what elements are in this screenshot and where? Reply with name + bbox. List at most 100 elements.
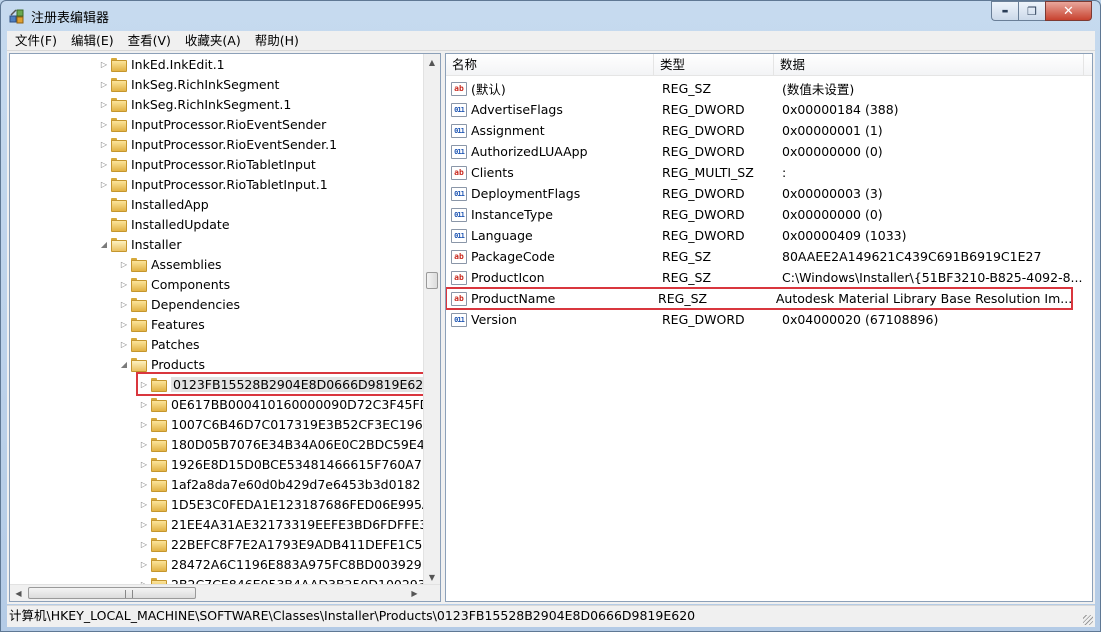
tree-horizontal-scrollbar[interactable]: ◀ ▶ [10,584,440,601]
string-value-icon: ab [451,270,467,285]
scroll-left-button[interactable]: ◀ [10,585,27,601]
expand-icon[interactable]: ▷ [138,540,150,549]
menu-view[interactable]: 查看(V) [120,31,177,51]
folder-icon [111,218,127,232]
menu-help[interactable]: 帮助(H) [247,31,305,51]
tree-node[interactable]: ▷ Features [118,314,205,334]
expand-icon[interactable]: ▷ [138,480,150,489]
expand-icon[interactable]: ▷ [118,280,130,289]
tree-node[interactable]: ▷ Components [118,274,230,294]
expand-icon[interactable]: ▷ [138,500,150,509]
tree-node[interactable]: InstalledApp [98,194,209,214]
tree-node[interactable]: ▷ 1007C6B46D7C017319E3B52CF3EC196E [138,414,423,434]
value-row[interactable]: ab ProductIcon REG_SZ C:\Windows\Installer\… [446,267,1092,288]
expand-icon[interactable]: ▷ [118,300,130,309]
value-row[interactable]: 011 InstanceType REG_DWORD 0x00000000 (0) [446,204,1092,225]
collapse-icon[interactable]: ◢ [98,240,110,249]
key-tree: ▷ InkEd.InkEdit.1 ▷ InkSeg.RichInkSegment ▷ I… [10,54,423,586]
minimize-button[interactable]: ▬ [991,1,1018,21]
value-row[interactable]: 011 Assignment REG_DWORD 0x00000001 (1) [446,120,1092,141]
value-name-cell: ab Clients [446,165,654,180]
tree-node[interactable]: ◢ Products [118,354,205,374]
value-row[interactable]: ab (默认) REG_SZ (数值未设置) [446,78,1092,99]
expand-icon[interactable]: ▷ [138,420,150,429]
expand-icon[interactable]: ▷ [118,320,130,329]
tree-node[interactable]: ▷ 28472A6C1196E883A975FC8BD003929E [138,554,423,574]
tree-node-label: 22BEFC8F7E2A1793E9ADB411DEFE1C58 [171,536,423,552]
tree-node-label: InputProcessor.RioEventSender [131,116,327,132]
expand-icon[interactable]: ▷ [98,120,110,129]
value-row[interactable]: ab Clients REG_MULTI_SZ: [446,162,1092,183]
string-value-icon: ab [451,291,467,306]
value-row[interactable]: 011 DeploymentFlags REG_DWORD 0x00000003 (3… [446,183,1092,204]
scroll-up-icon: ▲ [428,58,436,67]
tree-node-label: InstalledUpdate [131,216,230,232]
tree-node-label: InkEd.InkEdit.1 [131,56,225,72]
expand-icon[interactable]: ▷ [98,80,110,89]
tree-node[interactable]: ▷ InputProcessor.RioEventSender [98,114,326,134]
horizontal-scroll-thumb[interactable] [28,587,196,599]
tree-node[interactable]: ▷ InputProcessor.RioTabletInput [98,154,316,174]
expand-icon[interactable]: ▷ [118,340,130,349]
tree-node[interactable]: ▷ 1D5E3C0FEDA1E123187686FED06E995A [138,494,423,514]
maximize-button[interactable]: ❐ [1018,1,1045,21]
value-row[interactable]: ab ProductName REG_SZ Autodesk Material Lib… [446,287,1073,310]
expand-icon[interactable]: ▷ [138,460,150,469]
scroll-up-button[interactable]: ▲ [424,54,440,71]
tree-node[interactable]: ▷ 0E617BB000410160000090D72C3F45FD [138,394,423,414]
tree-node[interactable]: ▷ InkSeg.RichInkSegment [98,74,279,94]
value-row[interactable]: 011 AdvertiseFlags REG_DWORD 0x00000184 (38… [446,99,1092,120]
collapse-icon[interactable]: ◢ [118,360,130,369]
expand-icon[interactable]: ▷ [138,380,150,389]
expand-icon[interactable]: ▷ [98,100,110,109]
tree-node[interactable]: ▷ 0123FB15528B2904E8D0666D9819E620 [135,372,423,396]
expand-icon[interactable]: ▷ [138,520,150,529]
title-bar[interactable]: 注册表编辑器 ▬ ❐ ✕ [1,1,1100,31]
folder-open-icon [131,358,147,372]
expand-icon[interactable]: ▷ [138,560,150,569]
tree-node[interactable]: ▷ InkEd.InkEdit.1 [98,54,225,74]
tree-node[interactable]: ▷ 1926E8D15D0BCE53481466615F760A7F [138,454,423,474]
expand-icon[interactable]: ▷ [98,160,110,169]
menu-file[interactable]: 文件(F) [7,31,63,51]
expand-icon[interactable]: ▷ [118,260,130,269]
value-data: 0x00000409 (1033) [782,228,907,243]
tree-node[interactable]: ▷ 22BEFC8F7E2A1793E9ADB411DEFE1C58 [138,534,423,554]
tree-vertical-scrollbar[interactable]: ▲ ▼ [423,54,440,586]
expand-icon[interactable]: ▷ [98,60,110,69]
tree-node[interactable]: ▷ InputProcessor.RioTabletInput.1 [98,174,328,194]
tree-node[interactable]: InstalledUpdate [98,214,230,234]
scroll-right-button[interactable]: ▶ [406,585,423,601]
tree-node[interactable]: ◢ Installer [98,234,181,254]
resize-grip-icon[interactable] [1083,615,1093,625]
vertical-scroll-thumb[interactable] [426,272,438,289]
close-button[interactable]: ✕ [1045,1,1092,21]
tree-node[interactable]: ▷ Dependencies [118,294,240,314]
tree-node-label: InputProcessor.RioEventSender.1 [131,136,338,152]
tree-node[interactable]: ▷ InkSeg.RichInkSegment.1 [98,94,291,114]
expand-icon[interactable]: ▷ [98,140,110,149]
tree-node-label: 0123FB15528B2904E8D0666D9819E620 [171,376,423,392]
tree-node[interactable]: ▷ 21EE4A31AE32173319EEFE3BD6FDFFE3 [138,514,423,534]
column-header-type[interactable]: 类型 [654,54,774,76]
string-value-icon: ab [451,81,467,96]
value-row[interactable]: 011 AuthorizedLUAApp REG_DWORD 0x00000000 (… [446,141,1092,162]
menu-favorites[interactable]: 收藏夹(A) [177,31,247,51]
value-row[interactable]: 011 Version REG_DWORD 0x04000020 (67108896) [446,309,1092,330]
tree-node-label: Products [151,356,205,372]
value-name-cell: 011 DeploymentFlags [446,186,654,201]
column-header-name[interactable]: 名称 [446,54,654,76]
menu-edit[interactable]: 编辑(E) [63,31,120,51]
column-header-data[interactable]: 数据 [774,54,1084,76]
expand-icon[interactable]: ▷ [138,400,150,409]
tree-node-label: Assemblies [151,256,222,272]
tree-node[interactable]: ▷ InputProcessor.RioEventSender.1 [98,134,337,154]
tree-node[interactable]: ▷ 1af2a8da7e60d0b429d7e6453b3d0182 [138,474,420,494]
tree-node[interactable]: ▷ 180D05B7076E34B34A06E0C2BDC59E48 [138,434,423,454]
tree-node[interactable]: ▷ Patches [118,334,200,354]
tree-node[interactable]: ▷ Assemblies [118,254,222,274]
value-row[interactable]: ab PackageCode REG_SZ 80AAEE2A149621C439C69… [446,246,1092,267]
expand-icon[interactable]: ▷ [98,180,110,189]
expand-icon[interactable]: ▷ [138,440,150,449]
value-row[interactable]: 011 Language REG_DWORD 0x00000409 (1033) [446,225,1092,246]
